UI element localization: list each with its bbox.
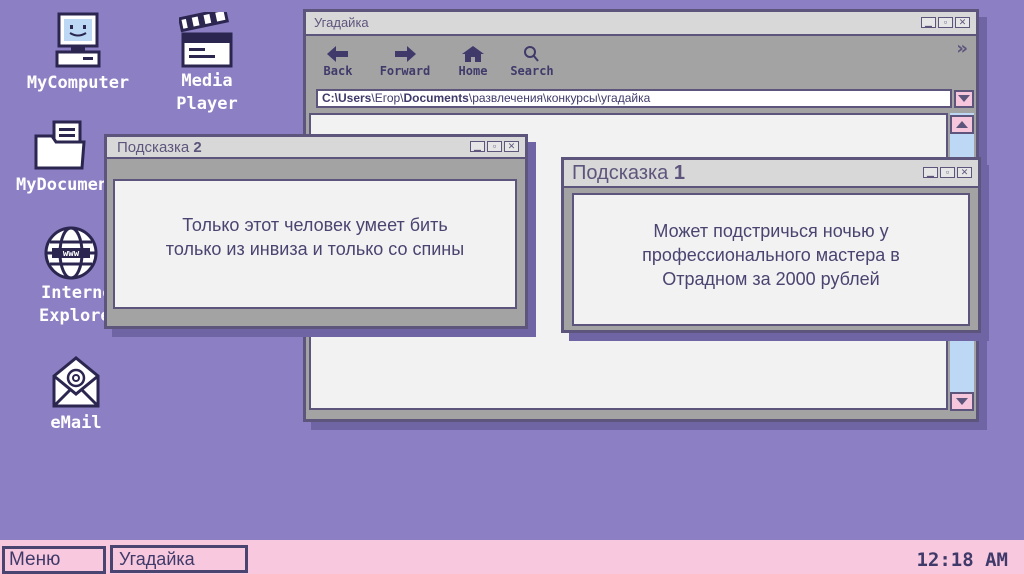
home-button[interactable]: Home [450,44,496,84]
search-label: Search [510,64,554,78]
window-controls: ▁ ▫ ✕ [921,17,970,28]
desktop-icon-label-line2: Player [176,94,238,114]
start-menu-button[interactable]: Меню [2,546,106,574]
minimize-icon[interactable]: ▁ [923,167,938,178]
hint-2-title-word: Подсказка [117,139,190,156]
close-icon[interactable]: ✕ [957,167,972,178]
hint-2-line-1: Только этот человек умеет бить [182,215,448,235]
address-segment-user: Егор [374,91,401,105]
window-title: Угадайка [314,15,369,30]
address-dropdown-button[interactable] [954,90,974,108]
address-drive: C:\ [322,91,338,105]
home-label: Home [458,64,488,78]
maximize-icon[interactable]: ▫ [487,141,502,152]
hint-window-2: Подсказка 2 ▁ ▫ ✕ Только этот человек ум… [104,134,528,329]
hint-2-titlebar[interactable]: Подсказка 2 ▁ ▫ ✕ [107,137,525,159]
scroll-up-icon [956,121,968,128]
forward-arrow-icon [395,46,416,62]
folder-icon [34,120,86,170]
taskbar: Меню Угадайка 12:18 AM [0,537,1024,574]
window-controls: ▁ ▫ ✕ [923,167,972,178]
scroll-down-icon [956,398,968,405]
desktop-icon-label-line2: Explorer [39,306,106,326]
hint-2-line-2: только из инвиза и только со спины [165,239,465,259]
maximize-icon[interactable]: ▫ [938,17,953,28]
hint-2-title-number: 2 [193,139,202,156]
desktop-icon-label: eMail [50,413,102,433]
search-button[interactable]: Search [496,44,568,84]
maximize-icon[interactable]: ▫ [940,167,955,178]
browser-toolbar: Back Forward Home Search [316,44,568,84]
hint-1-line-1: Может подстричься ночью у [653,221,889,241]
desktop-icon-email[interactable]: eMail [40,354,112,435]
mail-envelope-icon [52,356,100,408]
back-button[interactable]: Back [316,44,360,84]
scroll-up-button[interactable] [950,115,974,134]
scroll-down-button[interactable] [950,392,974,411]
dropdown-arrow-icon [958,95,970,102]
desktop-icon-label-line1: Media [181,71,233,91]
forward-button[interactable]: Forward [360,44,450,84]
close-icon[interactable]: ✕ [504,141,519,152]
hint-1-title-word: Подсказка [572,162,669,184]
toolbar-more-icon[interactable]: » [956,38,968,59]
computer-icon [55,12,101,68]
forward-label: Forward [379,64,431,78]
taskbar-item-ugadaika[interactable]: Угадайка [110,545,248,573]
hint-1-title-number: 1 [673,162,685,184]
search-icon [524,46,539,62]
minimize-icon[interactable]: ▁ [470,141,485,152]
back-label: Back [323,64,353,78]
clapperboard-icon [179,12,233,68]
desktop-icon-label: MyDocuments [16,175,106,195]
globe-icon: www [44,226,98,280]
taskbar-clock: 12:18 AM [916,549,1008,571]
hint-1-titlebar[interactable]: Подсказка 1 ▁ ▫ ✕ [564,160,978,188]
desktop-icon-label-line1: Internet [41,283,106,303]
hint-window-1: Подсказка 1 ▁ ▫ ✕ Может подстричься ночь… [561,157,981,333]
address-bar[interactable]: C:\Users\Егор\Documents\развлечения\конк… [316,89,952,108]
browser-titlebar[interactable]: Угадайка ▁ ▫ ✕ [306,12,976,36]
hint-2-text: Только этот человек умеет бить только из… [113,179,517,309]
svg-text:www: www [63,249,80,259]
hint-1-text: Может подстричься ночью у профессиональн… [572,193,970,326]
desktop-icon-internet-explorer[interactable]: www Internet Explorer [36,224,106,328]
window-controls: ▁ ▫ ✕ [470,141,519,152]
address-path-rest: \развлечения\конкурсы\угадайка [468,91,651,105]
desktop-icon-mydocuments[interactable]: MyDocuments [16,118,106,197]
back-arrow-icon [327,46,348,62]
close-icon[interactable]: ✕ [955,17,970,28]
hint-1-line-3: Отрадном за 2000 рублей [662,269,880,289]
hint-1-line-2: профессионального мастера в [642,245,900,265]
desktop-icon-label: MyComputer [26,73,130,93]
address-segment-users: Users [338,91,372,105]
address-segment-documents: Documents [403,91,469,105]
desktop-icon-mycomputer[interactable]: MyComputer [16,12,140,95]
desktop-icon-media-player[interactable]: Media Player [162,12,252,116]
home-icon [462,46,484,62]
minimize-icon[interactable]: ▁ [921,17,936,28]
